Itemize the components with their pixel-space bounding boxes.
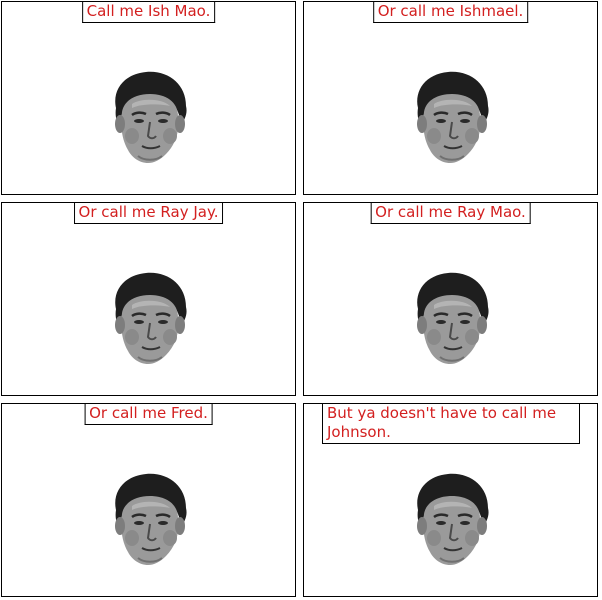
comic-panel-3: Or call me Ray Jay.	[1, 202, 296, 396]
face-portrait-icon	[108, 68, 190, 164]
face-portrait-icon	[410, 470, 492, 566]
face-portrait-icon	[410, 269, 492, 365]
comic-panel-1: Call me Ish Mao.	[1, 1, 296, 195]
panel-caption: Call me Ish Mao.	[81, 2, 216, 23]
panel-caption: Or call me Ray Jay.	[73, 203, 224, 224]
panel-caption: Or call me Ishmael.	[372, 2, 529, 23]
panel-caption: Or call me Ray Mao.	[370, 203, 531, 224]
panel-caption: Or call me Fred.	[84, 404, 213, 425]
comic-panel-4: Or call me Ray Mao.	[303, 202, 598, 396]
comic-panel-5: Or call me Fred.	[1, 403, 296, 597]
face-portrait-icon	[410, 68, 492, 164]
face-portrait-icon	[108, 269, 190, 365]
face-portrait-icon	[108, 470, 190, 566]
comic-panel-2: Or call me Ishmael.	[303, 1, 598, 195]
comic-strip: Call me Ish Mao. Or call me Ishmael. Or …	[0, 0, 602, 600]
panel-caption: But ya doesn't have to call me Johnson.	[322, 404, 580, 444]
comic-panel-6: But ya doesn't have to call me Johnson.	[303, 403, 598, 597]
